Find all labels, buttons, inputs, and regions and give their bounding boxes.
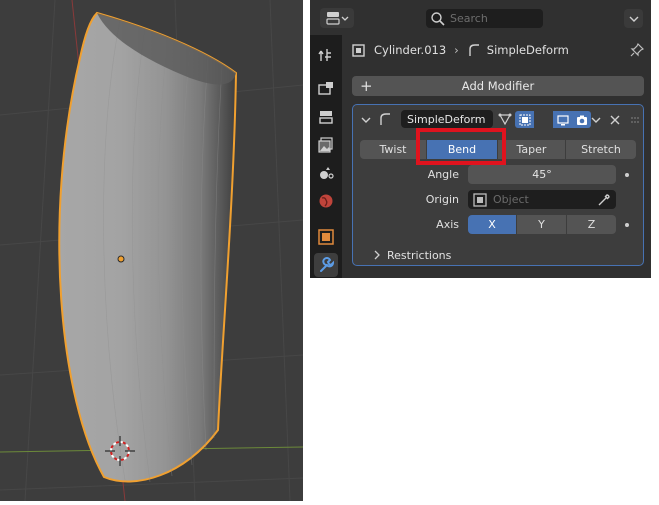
properties-tab-column: [310, 35, 342, 278]
mode-twist-label: Twist: [379, 143, 407, 156]
pin-icon[interactable]: [630, 43, 644, 57]
modifier-wrench-icon: [320, 257, 334, 272]
origin-object-field[interactable]: Object: [468, 190, 616, 209]
bend-highlight-box: [416, 128, 506, 165]
angle-label: Angle: [427, 168, 459, 181]
realtime-icon: [556, 114, 569, 125]
angle-field[interactable]: 45°: [468, 165, 616, 184]
axis-z-button[interactable]: Z: [567, 215, 616, 234]
object-origin-icon: [117, 255, 125, 263]
origin-label: Origin: [425, 193, 459, 206]
restrictions-label: Restrictions: [387, 248, 452, 262]
eyedropper-icon[interactable]: [597, 193, 611, 207]
mesh-object-icon: [352, 44, 365, 57]
tab-tool[interactable]: [314, 43, 338, 67]
3d-viewport[interactable]: [0, 0, 303, 501]
modifier-name-text: SimpleDeform: [407, 112, 486, 126]
options-dropdown-button[interactable]: [624, 9, 643, 28]
modifier-name-field[interactable]: SimpleDeform: [401, 110, 493, 128]
breadcrumb-object[interactable]: Cylinder.013: [374, 43, 446, 57]
render-toggle[interactable]: [572, 111, 591, 128]
axis-label: Axis: [436, 218, 459, 231]
close-icon[interactable]: [610, 115, 620, 125]
add-modifier-label: Add Modifier: [461, 79, 535, 93]
tab-output[interactable]: [314, 105, 338, 129]
breadcrumb: Cylinder.013 › SimpleDeform: [350, 38, 646, 62]
tab-render[interactable]: [314, 77, 338, 101]
tab-object[interactable]: [314, 225, 338, 249]
cage-icon: [519, 114, 530, 125]
scene-icon: [320, 167, 334, 179]
chevron-down-icon: [629, 16, 638, 22]
modifier-type-icon: [380, 113, 390, 125]
tab-modifiers[interactable]: [314, 253, 338, 277]
search-placeholder: Search: [450, 12, 488, 25]
tool-icon: [318, 49, 331, 61]
tab-view-layer[interactable]: [314, 133, 338, 157]
axis-y-button[interactable]: Y: [517, 215, 566, 234]
realtime-toggle[interactable]: [553, 111, 572, 128]
axis-y-label: Y: [538, 218, 545, 231]
mode-taper-button[interactable]: Taper: [498, 140, 565, 159]
mode-stretch-label: Stretch: [581, 143, 621, 156]
axis-x-button[interactable]: X: [468, 215, 516, 234]
search-input[interactable]: Search: [426, 9, 543, 28]
breadcrumb-separator-icon: ›: [454, 43, 459, 57]
properties-editor: Search Cylinder.013 › SimpleDeform + Add…: [310, 0, 651, 278]
chevron-down-icon[interactable]: [591, 116, 601, 124]
output-icon: [319, 111, 333, 124]
add-modifier-button[interactable]: + Add Modifier: [352, 76, 644, 96]
tab-world[interactable]: [314, 189, 338, 213]
editor-type-icon: [326, 12, 349, 25]
mode-taper-label: Taper: [516, 143, 547, 156]
collapse-chevron-icon[interactable]: [361, 116, 371, 124]
plus-icon: +: [360, 77, 373, 95]
object-field-icon: [473, 192, 487, 207]
angle-value: 45°: [532, 168, 552, 181]
drag-handle-icon[interactable]: [631, 116, 641, 124]
restrictions-subpanel-header[interactable]: Restrictions: [373, 246, 451, 264]
origin-placeholder: Object: [493, 193, 529, 206]
axis-z-label: Z: [587, 218, 596, 231]
render-camera-icon: [576, 115, 587, 125]
edit-mode-icon[interactable]: [498, 112, 512, 126]
tab-scene[interactable]: [314, 161, 338, 185]
view-layer-icon: [318, 137, 333, 153]
on-cage-toggle[interactable]: [534, 111, 553, 128]
world-icon: [319, 194, 333, 208]
search-icon: [431, 11, 445, 26]
angle-keyframe-dot[interactable]: [625, 173, 629, 177]
render-icon: [318, 82, 333, 95]
axis-keyframe-dot[interactable]: [625, 223, 629, 227]
modifier-icon: [469, 44, 479, 56]
bent-cylinder-object[interactable]: [58, 11, 238, 483]
expand-chevron-icon: [374, 250, 380, 260]
axis-x-label: X: [488, 218, 496, 231]
object-icon: [318, 229, 334, 245]
modifier-visibility-toggles: [515, 111, 591, 128]
viewport-canvas[interactable]: [0, 0, 303, 501]
cage-toggle[interactable]: [515, 111, 534, 128]
breadcrumb-modifier[interactable]: SimpleDeform: [487, 43, 569, 57]
mode-stretch-button[interactable]: Stretch: [566, 140, 636, 159]
properties-header: Search: [310, 0, 651, 35]
editor-type-button[interactable]: [320, 8, 354, 28]
